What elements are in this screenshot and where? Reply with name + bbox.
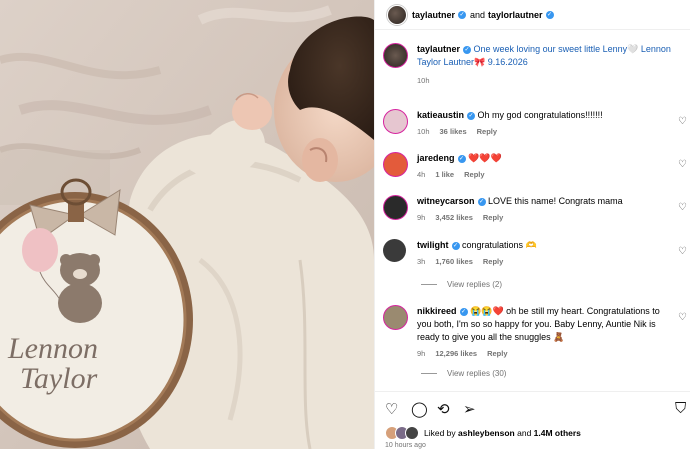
baby-photo-image: Lennon Taylor bbox=[0, 0, 374, 449]
view-replies-label[interactable]: View replies (30) bbox=[447, 369, 506, 378]
view-replies-label[interactable]: View replies (2) bbox=[447, 280, 502, 289]
post-header: taylautner ✓ and taylorlautner ✓ bbox=[375, 0, 690, 30]
comment-time: 4h bbox=[417, 170, 426, 179]
liked-by-user[interactable]: ashleybenson bbox=[458, 428, 515, 438]
post-action-bar: ♡ ◯ ⟲ ➢ ⛉ bbox=[375, 391, 690, 422]
comment-username[interactable]: twilight bbox=[417, 240, 449, 250]
replies-divider bbox=[421, 373, 437, 374]
comment-likes[interactable]: 12,296 likes bbox=[435, 349, 477, 358]
comment-username[interactable]: witneycarson bbox=[417, 196, 475, 206]
comment-text: Oh my god congratulations!!!!!!! bbox=[477, 110, 603, 120]
comment-text: congratulations 🫶 bbox=[462, 240, 537, 250]
comment-like-heart-icon[interactable]: ♡ bbox=[678, 201, 687, 214]
comment-text: LOVE this name! Congrats mama bbox=[488, 196, 623, 206]
verified-badge-icon: ✓ bbox=[545, 10, 554, 19]
liker-avatar bbox=[405, 426, 419, 440]
commenter-avatar[interactable] bbox=[383, 152, 408, 177]
verified-badge-icon: ✓ bbox=[463, 45, 472, 54]
liked-by-row: Liked by ashleybenson and 1.4M others bbox=[385, 426, 581, 440]
comment-like-heart-icon[interactable]: ♡ bbox=[678, 158, 687, 171]
verified-badge-icon: ✓ bbox=[458, 10, 467, 19]
comment-like-heart-icon[interactable]: ♡ bbox=[678, 115, 687, 128]
replies-divider bbox=[421, 284, 437, 285]
comment-reply-button[interactable]: Reply bbox=[483, 257, 503, 266]
liked-by-others[interactable]: 1.4M others bbox=[534, 428, 581, 438]
caption-avatar[interactable] bbox=[383, 43, 408, 68]
post-side-panel: taylautner ✓ and taylorlautner ✓ taylaut… bbox=[374, 0, 690, 449]
verified-badge-icon: ✓ bbox=[459, 307, 468, 316]
liked-by-and: and bbox=[517, 428, 532, 438]
verified-badge-icon: ✓ bbox=[451, 241, 460, 250]
comment-likes[interactable]: 36 likes bbox=[440, 127, 467, 136]
embroidery-text-line2: Taylor bbox=[20, 362, 98, 395]
comment-reply-button[interactable]: Reply bbox=[487, 349, 507, 358]
comment-username[interactable]: katieaustin bbox=[417, 110, 464, 120]
comment-time: 3h bbox=[417, 257, 426, 266]
comment-username[interactable]: nikkireed bbox=[417, 306, 457, 316]
verified-badge-icon: ✓ bbox=[457, 154, 466, 163]
comment-icon[interactable]: ◯ bbox=[411, 400, 428, 418]
liked-by-avatars bbox=[385, 426, 419, 440]
view-replies-button[interactable]: View replies (2) bbox=[421, 280, 502, 289]
comment-like-heart-icon[interactable]: ♡ bbox=[678, 245, 687, 258]
header-username-2[interactable]: taylorlautner bbox=[488, 10, 543, 20]
comment-likes[interactable]: 3,452 likes bbox=[435, 213, 473, 222]
liked-by-prefix: Liked by bbox=[424, 428, 456, 438]
comment-time: 10h bbox=[417, 127, 430, 136]
comment-time: 9h bbox=[417, 213, 426, 222]
post-timestamp: 10 hours ago bbox=[385, 442, 426, 449]
verified-badge-icon: ✓ bbox=[477, 197, 486, 206]
comment-time: 9h bbox=[417, 349, 426, 358]
comment-reply-button[interactable]: Reply bbox=[477, 127, 497, 136]
header-username-1[interactable]: taylautner bbox=[412, 10, 455, 20]
comment-text: ❤️❤️❤️ bbox=[468, 153, 502, 163]
send-icon[interactable]: ➢ bbox=[463, 400, 476, 418]
commenter-avatar[interactable] bbox=[383, 109, 408, 134]
view-replies-button[interactable]: View replies (30) bbox=[421, 369, 506, 378]
bookmark-icon[interactable]: ⛉ bbox=[675, 400, 686, 417]
header-joiner: and bbox=[470, 9, 486, 20]
comment-likes[interactable]: 1 like bbox=[435, 170, 454, 179]
comment-like-heart-icon[interactable]: ♡ bbox=[678, 311, 687, 324]
embroidery-text-line1: Lennon bbox=[7, 332, 98, 365]
comment-reply-button[interactable]: Reply bbox=[464, 170, 484, 179]
comment-likes[interactable]: 1,760 likes bbox=[435, 257, 473, 266]
comment-username[interactable]: jaredeng bbox=[417, 153, 455, 163]
caption-username[interactable]: taylautner bbox=[417, 44, 460, 54]
comment-reply-button[interactable]: Reply bbox=[483, 213, 503, 222]
commenter-avatar[interactable] bbox=[383, 195, 408, 220]
post-photo: Lennon Taylor bbox=[0, 0, 374, 449]
caption-time: 10h bbox=[417, 76, 430, 85]
header-avatar[interactable] bbox=[387, 4, 407, 25]
commenter-avatar[interactable] bbox=[383, 239, 406, 262]
repost-icon[interactable]: ⟲ bbox=[437, 400, 450, 418]
verified-badge-icon: ✓ bbox=[467, 111, 476, 120]
commenter-avatar[interactable] bbox=[383, 305, 408, 330]
heart-icon[interactable]: ♡ bbox=[385, 400, 398, 418]
